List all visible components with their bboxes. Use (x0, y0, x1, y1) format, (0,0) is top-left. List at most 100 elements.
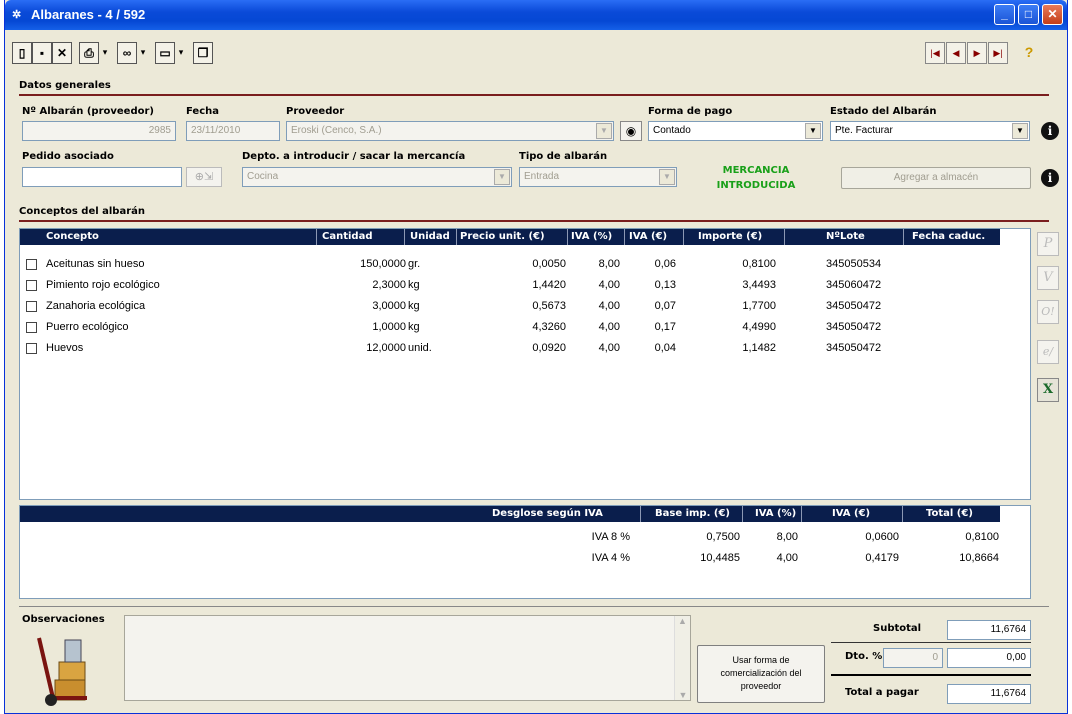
tipo-value: Entrada (524, 171, 560, 182)
copy-icon[interactable]: ❐ (193, 42, 213, 64)
side-v-icon[interactable]: V (1037, 266, 1059, 290)
precio-cell: 0,5673 (532, 300, 566, 312)
scrollbar[interactable]: ▲ ▼ (674, 616, 690, 700)
forma-pago-value: Contado (653, 125, 691, 136)
observaciones-textarea[interactable]: ▲ ▼ (124, 615, 691, 701)
fecha-field[interactable]: 23/11/2010 (186, 121, 280, 141)
chevron-down-icon[interactable]: ▼ (659, 169, 675, 185)
search-dropdown-icon[interactable]: ▾ (138, 42, 148, 64)
prev-record-icon[interactable]: ◀ (946, 42, 966, 64)
subtotal-label: Subtotal (873, 623, 922, 634)
row-checkbox[interactable] (26, 280, 37, 291)
side-e-icon[interactable]: e/ (1037, 340, 1059, 364)
concepto-cell: Puerro ecológico (46, 321, 129, 333)
help-icon[interactable]: ? (1019, 42, 1039, 64)
usar-forma-button[interactable]: Usar forma de comercialización del prove… (697, 645, 825, 703)
concepto-cell: Aceitunas sin hueso (46, 258, 145, 270)
albaran-label: Nº Albarán (proveedor) (22, 106, 154, 117)
cantidad-cell: 2,3000 (372, 279, 406, 291)
forma-pago-select[interactable]: Contado ▼ (648, 121, 823, 141)
precio-cell: 4,3260 (532, 321, 566, 333)
total-cell: 0,8100 (965, 531, 999, 543)
precio-cell: 0,0920 (532, 342, 566, 354)
delete-icon[interactable]: ✕ (52, 42, 72, 64)
save-icon[interactable]: ▪ (32, 42, 52, 64)
row-checkbox[interactable] (26, 343, 37, 354)
importe-cell: 0,8100 (742, 258, 776, 270)
tipo-select[interactable]: Entrada ▼ (519, 167, 677, 187)
info-icon[interactable]: i (1041, 122, 1059, 140)
chevron-down-icon[interactable]: ▼ (596, 123, 612, 139)
dto-pct-field[interactable]: 0 (883, 648, 943, 668)
importe-cell: 1,1482 (742, 342, 776, 354)
maximize-button[interactable]: □ (1018, 4, 1039, 25)
new-icon[interactable]: ▯ (12, 42, 32, 64)
col-iva-pct: IVA (%) (571, 231, 613, 242)
depto-select[interactable]: Cocina ▼ (242, 167, 512, 187)
concepts-header: Concepto Cantidad Unidad Precio unit. (€… (20, 229, 1000, 245)
proveedor-select[interactable]: Eroski (Cenco, S.A.) ▼ (286, 121, 614, 141)
dto-value-field[interactable]: 0,00 (947, 648, 1031, 668)
minimize-button[interactable]: _ (994, 4, 1015, 25)
estado-select[interactable]: Pte. Facturar ▼ (830, 121, 1030, 141)
iva-eur-cell: 0,17 (654, 321, 676, 333)
section-datos-generales: Datos generales (19, 80, 111, 91)
status-line-1: MERCANCIA (722, 165, 790, 176)
divider (831, 674, 1031, 676)
total-field[interactable]: 11,6764 (947, 684, 1031, 704)
unidad-cell: kg (408, 300, 420, 312)
table-row[interactable]: Pimiento rojo ecológico 2,3000 kg 1,4420… (20, 276, 1030, 297)
side-p-icon[interactable]: P (1037, 232, 1059, 256)
next-record-icon[interactable]: ▶ (967, 42, 987, 64)
lote-cell: 345050472 (826, 342, 882, 354)
print-icon[interactable]: ⎙ (79, 42, 99, 64)
print-dropdown-icon[interactable]: ▾ (100, 42, 110, 64)
table-row[interactable]: Zanahoria ecológica 3,0000 kg 0,5673 4,0… (20, 297, 1030, 318)
table-row[interactable]: Puerro ecológico 1,0000 kg 4,3260 4,00 0… (20, 318, 1030, 339)
chevron-down-icon[interactable]: ▼ (805, 123, 821, 139)
info-icon[interactable]: i (1041, 169, 1059, 187)
eye-icon[interactable]: ◉ (620, 121, 642, 141)
subtotal-field[interactable]: 11,6764 (947, 620, 1031, 640)
side-o-icon[interactable]: O! (1037, 300, 1059, 324)
iva-breakdown-table: Desglose según IVA Base imp. (€) IVA (%)… (19, 505, 1031, 599)
unidad-cell: unid. (408, 342, 432, 354)
agregar-almacen-button[interactable]: Agregar a almacén (841, 167, 1031, 189)
first-record-icon[interactable]: |◀ (925, 42, 945, 64)
row-checkbox[interactable] (26, 322, 37, 333)
pedido-tools-icon[interactable]: ⊕⇲ (186, 167, 222, 187)
binoculars-icon[interactable]: ∞ (117, 42, 137, 64)
unidad-cell: kg (408, 279, 420, 291)
section-conceptos: Conceptos del albarán (19, 206, 146, 217)
divider (831, 642, 1031, 643)
last-record-icon[interactable]: ▶| (988, 42, 1008, 64)
total-label: Total a pagar (845, 687, 919, 698)
iva-eur-cell: 0,13 (654, 279, 676, 291)
cantidad-cell: 12,0000 (366, 342, 406, 354)
chevron-down-icon[interactable]: ▼ (494, 169, 510, 185)
iva-eur-cell: 0,07 (654, 300, 676, 312)
importe-cell: 1,7700 (742, 300, 776, 312)
estado-label: Estado del Albarán (830, 106, 937, 117)
col-caduc: Fecha caduc. (912, 231, 986, 242)
title-bar: ✲ Albaranes - 4 / 592 _ □ ✕ (5, 0, 1067, 30)
row-checkbox[interactable] (26, 259, 37, 270)
iva-label-cell: IVA 4 % (591, 552, 630, 564)
window-dropdown-icon[interactable]: ▾ (176, 42, 186, 64)
table-row[interactable]: Aceitunas sin hueso 150,0000 gr. 0,0050 … (20, 255, 1030, 276)
albaran-field[interactable]: 2985 (22, 121, 176, 141)
pedido-field[interactable] (22, 167, 182, 187)
unidad-cell: gr. (408, 258, 421, 270)
pct-cell: 8,00 (776, 531, 798, 543)
proveedor-label: Proveedor (286, 106, 345, 117)
window-icon[interactable]: ▭ (155, 42, 175, 64)
importe-cell: 3,4493 (742, 279, 776, 291)
excel-icon[interactable]: X (1037, 378, 1059, 402)
chevron-down-icon[interactable]: ▼ (1012, 123, 1028, 139)
concepts-table[interactable]: Concepto Cantidad Unidad Precio unit. (€… (19, 228, 1031, 500)
concepto-cell: Pimiento rojo ecológico (46, 279, 160, 291)
row-checkbox[interactable] (26, 301, 37, 312)
divider (19, 606, 1049, 607)
close-button[interactable]: ✕ (1042, 4, 1063, 25)
table-row[interactable]: Huevos 12,0000 unid. 0,0920 4,00 0,04 1,… (20, 339, 1030, 360)
